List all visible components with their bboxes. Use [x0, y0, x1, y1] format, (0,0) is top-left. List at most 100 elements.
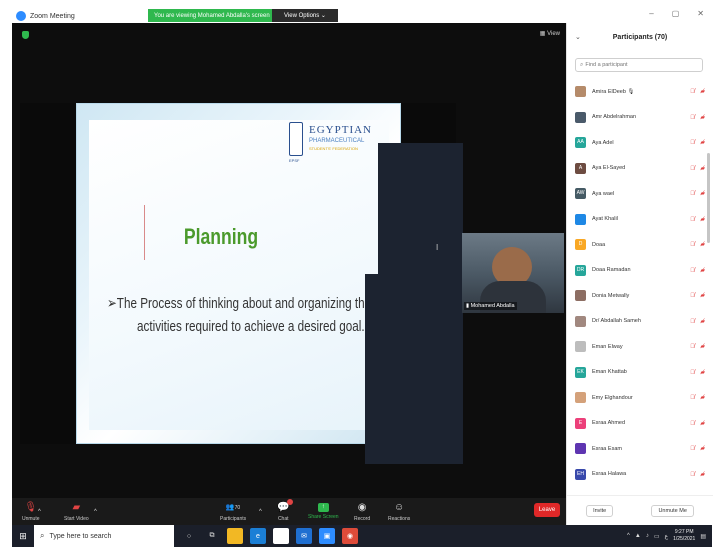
participant-row[interactable]: EK Eman Khattab 🎙̸ ▰̸ — [575, 360, 707, 386]
panel-scrollbar[interactable] — [707, 153, 710, 243]
chat-label: Chat — [277, 515, 289, 522]
minimize-button[interactable]: – — [649, 9, 653, 18]
record-label: Record — [354, 515, 371, 522]
participant-search-input[interactable] — [585, 62, 696, 68]
muted-mic-video-off-icon: 🎙̸ ▰̸ — [690, 267, 707, 274]
view-options-label: View Options — [284, 12, 320, 19]
system-tray: ^ ▲ ♪ ▭ ع 9:27 PM 1/25/2021 ▤ — [627, 525, 706, 547]
notifications-icon[interactable]: ▤ — [700, 533, 706, 540]
panel-footer: Invite Unmute Me — [567, 495, 713, 525]
muted-mic-video-off-icon: 🎙̸ ▰̸ — [690, 293, 707, 300]
chrome-icon[interactable]: ◉ — [342, 528, 358, 544]
muted-mic-video-off-icon: 🎙̸ ▰̸ — [690, 89, 707, 96]
unmute-me-button[interactable]: Unmute Me — [651, 504, 694, 517]
participant-row[interactable]: DR Doaa Ramadan 🎙̸ ▰̸ — [575, 258, 707, 284]
video-off-icon: ▰ — [72, 501, 81, 513]
participant-row[interactable]: Esraa Esam 🎙̸ ▰̸ — [575, 436, 707, 462]
participant-row[interactable]: Dr/ Abdallah Sameh 🎙̸ ▰̸ — [575, 309, 707, 335]
invite-button[interactable]: Invite — [586, 504, 614, 517]
video-tile[interactable]: ▮ Mohamed Abdalla — [462, 233, 564, 313]
clock-time: 9:27 PM — [674, 529, 694, 535]
mail-icon[interactable]: ✉ — [296, 528, 312, 544]
participant-row[interactable]: Emy Elghandour 🎙̸ ▰̸ — [575, 385, 707, 411]
share-screen-icon: ↑ — [317, 503, 329, 512]
taskbar-search[interactable]: ⌕ Type here to search — [34, 525, 174, 547]
video-name-text: Mohamed Abdalla — [470, 303, 515, 309]
participant-search[interactable]: ⌕ — [575, 58, 703, 72]
participant-row[interactable]: Amr Abdelrahman 🎙̸ ▰̸ — [575, 105, 707, 131]
share-screen-label: Share Screen — [308, 514, 339, 520]
view-button[interactable]: ▦ View — [540, 30, 560, 37]
participant-name: Ayat Khalil — [592, 216, 618, 223]
participant-name: Eman Elway — [592, 343, 623, 350]
muted-mic-video-off-icon: 🎙̸ ▰̸ — [690, 191, 707, 198]
muted-mic-video-off-icon: 🎙̸ ▰̸ — [690, 395, 707, 402]
avatar: EK — [575, 366, 586, 378]
muted-mic-video-off-icon: 🎙̸ ▰̸ — [690, 242, 707, 249]
participant-name: Aya Adel — [592, 139, 614, 146]
reactions-button[interactable]: ☺ Reactions — [388, 498, 410, 525]
avatar: D — [575, 239, 586, 251]
zoom-taskbar-icon[interactable]: ▣ — [319, 528, 335, 544]
avatar — [575, 290, 586, 302]
avatar — [575, 213, 586, 225]
view-options-button[interactable]: View Options ⌄ — [272, 9, 338, 22]
participant-name: Esraa Ahmed — [592, 420, 626, 427]
participant-row[interactable]: Eman Elway 🎙̸ ▰̸ — [575, 334, 707, 360]
network-icon[interactable]: ▲ — [635, 533, 641, 539]
chat-button[interactable]: 💬 Chat — [277, 498, 293, 525]
window-controls: – ▢ ✕ — [649, 9, 704, 18]
share-screen-button[interactable]: ↑ Share Screen — [308, 498, 339, 525]
video-options-button[interactable]: ^ — [94, 498, 97, 525]
muted-mic-video-off-icon: 🎙̸ ▰̸ — [690, 318, 707, 325]
avatar — [575, 111, 586, 123]
file-explorer-icon[interactable] — [227, 528, 243, 544]
participant-row[interactable]: Amira ElDeeb 🎙 🎙̸ ▰̸ — [575, 79, 707, 105]
participant-row[interactable]: A Aya El-Sayed 🎙̸ ▰̸ — [575, 156, 707, 182]
leave-button[interactable]: Leave — [534, 503, 560, 517]
windows-taskbar: ⊞ ⌕ Type here to search ○ ⧉ e ✉ ▣ ◉ ^ ▲ … — [12, 525, 712, 547]
participants-button[interactable]: 👥70 Participants — [220, 498, 246, 525]
record-button[interactable]: ◉ Record — [354, 498, 370, 525]
language-icon[interactable]: ع — [664, 533, 668, 540]
chevron-up-icon: ^ — [259, 508, 262, 515]
tray-chevron-up-icon[interactable]: ^ — [627, 533, 630, 539]
participant-row[interactable]: AA Aya Adel 🎙̸ ▰̸ — [575, 130, 707, 156]
start-video-label: Start Video — [64, 515, 89, 522]
participants-options-button[interactable]: ^ — [259, 498, 262, 525]
taskbar-clock[interactable]: 9:27 PM 1/25/2021 — [673, 529, 695, 543]
muted-mic-video-off-icon: 🎙̸ ▰̸ — [690, 446, 707, 453]
participant-list: Amira ElDeeb 🎙 🎙̸ ▰̸ Amr Abdelrahman 🎙̸ ▰̸ A… — [575, 79, 707, 487]
close-button[interactable]: ✕ — [697, 9, 704, 18]
task-view-icon[interactable]: ⧉ — [204, 528, 220, 544]
zoom-app-icon — [16, 11, 26, 21]
avatar — [575, 443, 586, 455]
avatar — [575, 86, 586, 98]
logo-badge-icon — [289, 122, 303, 156]
participant-row[interactable]: EH Esraa Halawa 🎙̸ ▰̸ — [575, 462, 707, 488]
battery-icon[interactable]: ▭ — [654, 533, 660, 540]
unmute-options-button[interactable]: ^ — [38, 498, 41, 525]
panel-title: Participants (70) — [612, 33, 668, 41]
restore-button[interactable]: ▢ — [672, 9, 680, 18]
taskbar-search-text: Type here to search — [49, 532, 112, 540]
cortana-icon[interactable]: ○ — [181, 528, 197, 544]
panel-collapse-chevron-icon[interactable]: ⌄ — [575, 33, 581, 41]
muted-mic-video-off-icon: 🎙̸ ▰̸ — [690, 114, 707, 121]
participant-row[interactable]: D Doaa 🎙̸ ▰̸ — [575, 232, 707, 258]
start-video-button[interactable]: ▰ Start Video — [64, 498, 89, 525]
store-icon[interactable] — [273, 528, 289, 544]
slide-bullet-line2: activities required to achieve a desired… — [137, 318, 365, 335]
muted-mic-video-off-icon: 🎙̸ ▰̸ — [690, 140, 707, 147]
participant-row[interactable]: Ayat Khalil 🎙̸ ▰̸ — [575, 207, 707, 233]
unmute-button[interactable]: 🎙 Unmute — [22, 498, 40, 525]
windows-start-icon[interactable]: ⊞ — [12, 525, 34, 547]
logo-line1: EGYPTIAN — [309, 124, 372, 136]
volume-icon[interactable]: ♪ — [646, 533, 649, 539]
participant-row[interactable]: E Esraa Ahmed 🎙̸ ▰̸ — [575, 411, 707, 437]
edge-icon[interactable]: e — [250, 528, 266, 544]
participant-row[interactable]: Donia Metwally 🎙̸ ▰̸ — [575, 283, 707, 309]
security-shield-icon[interactable] — [22, 31, 29, 39]
participant-row[interactable]: AW Aya wael 🎙̸ ▰̸ — [575, 181, 707, 207]
participants-count: 70 — [234, 504, 241, 511]
